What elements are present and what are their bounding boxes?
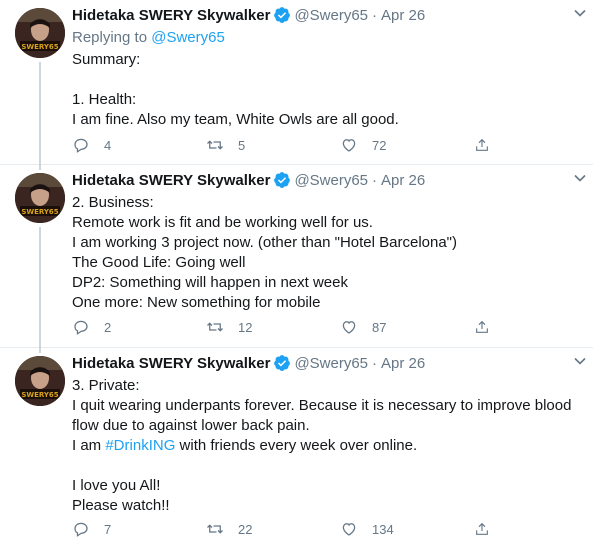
thread-connector bbox=[39, 348, 41, 353]
heart-icon bbox=[342, 139, 356, 152]
reply-button[interactable]: 7 bbox=[72, 518, 206, 540]
thread-connector bbox=[39, 227, 41, 348]
separator-dot: · bbox=[372, 354, 378, 372]
separator-dot: · bbox=[372, 171, 378, 189]
tweet[interactable]: SWERY65 Hidetaka SWERY Skywalker @Swery6… bbox=[0, 348, 593, 550]
svg-text:SWERY65: SWERY65 bbox=[21, 391, 58, 399]
heart-icon bbox=[342, 523, 356, 536]
thread-connector bbox=[39, 165, 41, 170]
tweet-date[interactable]: Apr 26 bbox=[381, 355, 425, 372]
reply-button[interactable]: 2 bbox=[72, 316, 206, 338]
share-icon bbox=[476, 522, 488, 535]
reply-icon bbox=[74, 138, 88, 153]
author-handle[interactable]: @Swery65 bbox=[294, 7, 368, 24]
tweet-text: Summary: 1. Health: I am fine. Also my t… bbox=[72, 51, 399, 128]
tweet-date[interactable]: Apr 26 bbox=[381, 172, 425, 189]
reply-count: 4 bbox=[104, 137, 112, 153]
tweet-header: Hidetaka SWERY Skywalker @Swery65 · Apr … bbox=[72, 352, 573, 374]
share-icon bbox=[476, 138, 488, 151]
tweet-text: 3. Private: I quit wearing underpants fo… bbox=[72, 376, 573, 516]
avatar-image: SWERY65 bbox=[15, 356, 65, 406]
chevron-down-icon[interactable] bbox=[573, 6, 587, 20]
retweet-count: 5 bbox=[238, 137, 246, 153]
tweet-actions: 7 22 134 bbox=[72, 518, 512, 540]
separator-dot: · bbox=[372, 6, 378, 24]
avatar[interactable]: SWERY65 bbox=[15, 8, 65, 58]
like-count: 72 bbox=[372, 137, 387, 153]
avatar[interactable]: SWERY65 bbox=[15, 356, 65, 406]
tweet-content: Hidetaka SWERY Skywalker @Swery65 · Apr … bbox=[72, 169, 573, 313]
tweet[interactable]: SWERY65 Hidetaka SWERY Skywalker @Swery6… bbox=[0, 165, 593, 348]
retweet-button[interactable]: 5 bbox=[206, 134, 340, 156]
avatar-image: SWERY65 bbox=[15, 8, 65, 58]
thread-connector bbox=[39, 62, 41, 165]
verified-badge-icon bbox=[274, 355, 291, 371]
replying-to-link[interactable]: @Swery65 bbox=[151, 29, 225, 46]
reply-icon bbox=[74, 320, 88, 335]
retweet-icon bbox=[207, 140, 223, 150]
author-handle[interactable]: @Swery65 bbox=[294, 355, 368, 372]
svg-text:SWERY65: SWERY65 bbox=[21, 43, 58, 51]
verified-badge-icon bbox=[274, 7, 291, 23]
author-name[interactable]: Hidetaka SWERY Skywalker bbox=[72, 172, 270, 189]
replying-to: Replying to @Swery65 bbox=[72, 28, 573, 48]
tweet-header: Hidetaka SWERY Skywalker @Swery65 · Apr … bbox=[72, 169, 573, 191]
chevron-down-icon[interactable] bbox=[573, 354, 587, 368]
author-name[interactable]: Hidetaka SWERY Skywalker bbox=[72, 7, 270, 24]
tweet[interactable]: SWERY65 Hidetaka SWERY Skywalker @Swery6… bbox=[0, 0, 593, 165]
verified-badge-icon bbox=[274, 172, 291, 188]
avatar-image: SWERY65 bbox=[15, 173, 65, 223]
like-button[interactable]: 87 bbox=[340, 316, 474, 338]
share-button[interactable] bbox=[474, 316, 504, 338]
author-handle[interactable]: @Swery65 bbox=[294, 172, 368, 189]
like-button[interactable]: 72 bbox=[340, 134, 474, 156]
reply-icon bbox=[74, 522, 88, 537]
tweet-actions: 2 12 87 bbox=[72, 316, 512, 338]
share-button[interactable] bbox=[474, 134, 504, 156]
share-button[interactable] bbox=[474, 518, 504, 540]
avatar[interactable]: SWERY65 bbox=[15, 173, 65, 223]
retweet-button[interactable]: 12 bbox=[206, 316, 340, 338]
like-count: 134 bbox=[372, 521, 394, 537]
retweet-icon bbox=[207, 524, 223, 534]
author-name[interactable]: Hidetaka SWERY Skywalker bbox=[72, 355, 270, 372]
replying-to-label: Replying to bbox=[72, 29, 152, 46]
tweet-content: Hidetaka SWERY Skywalker @Swery65 · Apr … bbox=[72, 352, 573, 516]
chevron-down-icon[interactable] bbox=[573, 171, 587, 185]
tweet-content: Hidetaka SWERY Skywalker @Swery65 · Apr … bbox=[72, 4, 573, 130]
tweet-thread: SWERY65 Hidetaka SWERY Skywalker @Swery6… bbox=[0, 0, 593, 550]
reply-count: 2 bbox=[104, 319, 112, 335]
tweet-text: 2. Business: Remote work is fit and be w… bbox=[72, 194, 458, 311]
retweet-count: 12 bbox=[238, 319, 253, 335]
tweet-header: Hidetaka SWERY Skywalker @Swery65 · Apr … bbox=[72, 4, 573, 26]
heart-icon bbox=[342, 321, 356, 334]
reply-button[interactable]: 4 bbox=[72, 134, 206, 156]
svg-text:SWERY65: SWERY65 bbox=[21, 208, 58, 216]
share-icon bbox=[476, 320, 488, 333]
reply-count: 7 bbox=[104, 521, 112, 537]
retweet-button[interactable]: 22 bbox=[206, 518, 340, 540]
retweet-count: 22 bbox=[238, 521, 253, 537]
tweet-actions: 4 5 72 bbox=[72, 134, 512, 156]
like-count: 87 bbox=[372, 319, 387, 335]
like-button[interactable]: 134 bbox=[340, 518, 474, 540]
retweet-icon bbox=[207, 322, 223, 332]
tweet-date[interactable]: Apr 26 bbox=[381, 7, 425, 24]
hashtag-link[interactable]: #DrinkING bbox=[105, 437, 175, 454]
